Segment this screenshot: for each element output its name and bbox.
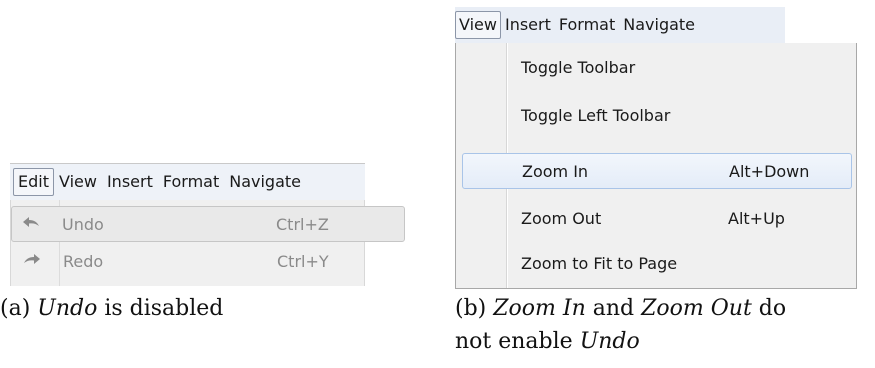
caption-a-prefix: (a) bbox=[0, 296, 38, 321]
menubar: Edit View Insert Format Navigate bbox=[10, 163, 365, 200]
menu-insert[interactable]: Insert bbox=[102, 168, 158, 196]
caption-b-line-2: not enable Undo bbox=[455, 325, 875, 358]
menu-navigate[interactable]: Navigate bbox=[224, 168, 306, 196]
caption-b-text-4: not enable bbox=[455, 329, 580, 354]
menu-item-label: Toggle Left Toolbar bbox=[521, 105, 671, 125]
view-menu-dropdown: Toggle Toolbar Toggle Left Toolbar Zoom … bbox=[455, 43, 857, 289]
menu-item-zoom-to-fit[interactable]: Zoom to Fit to Page bbox=[456, 246, 856, 280]
menu-item-shortcut: Ctrl+Z bbox=[276, 214, 329, 234]
panel-a-screenshot: Edit View Insert Format Navigate Undo Ct… bbox=[10, 163, 405, 286]
caption-a-suffix: is disabled bbox=[97, 296, 224, 321]
menu-item-label: Undo bbox=[62, 214, 104, 234]
menu-item-undo[interactable]: Undo Ctrl+Z bbox=[11, 206, 405, 242]
menu-item-label: Zoom In bbox=[522, 161, 589, 181]
caption-b-prefix: (b) bbox=[455, 296, 494, 321]
menu-item-shortcut: Alt+Down bbox=[729, 161, 810, 181]
menu-item-redo[interactable]: Redo Ctrl+Y bbox=[13, 244, 364, 278]
menu-item-shortcut: Ctrl+Y bbox=[277, 251, 329, 271]
redo-icon bbox=[13, 251, 51, 272]
caption-b-text-3: do bbox=[751, 296, 787, 321]
caption-b-em-2: Zoom Out bbox=[641, 296, 752, 321]
menu-insert[interactable]: Insert bbox=[501, 11, 555, 39]
caption-b-em-3: Undo bbox=[579, 329, 640, 354]
menu-item-toggle-toolbar[interactable]: Toggle Toolbar bbox=[456, 50, 856, 84]
menu-navigate[interactable]: Navigate bbox=[619, 11, 699, 39]
menu-edit[interactable]: Edit bbox=[13, 168, 54, 196]
menu-format[interactable]: Format bbox=[158, 168, 224, 196]
caption-b-em-1: Zoom In bbox=[493, 296, 586, 321]
menu-view[interactable]: View bbox=[455, 11, 501, 39]
menu-item-toggle-left-toolbar[interactable]: Toggle Left Toolbar bbox=[456, 98, 856, 132]
menu-item-zoom-out[interactable]: Zoom Out Alt+Up bbox=[456, 201, 856, 235]
menu-format[interactable]: Format bbox=[555, 11, 619, 39]
caption-a: (a) Undo is disabled bbox=[0, 292, 223, 325]
caption-a-em: Undo bbox=[37, 296, 98, 321]
menu-view[interactable]: View bbox=[54, 168, 102, 196]
undo-icon bbox=[12, 214, 50, 235]
menu-item-label: Toggle Toolbar bbox=[521, 57, 636, 77]
menu-item-shortcut: Alt+Up bbox=[728, 208, 785, 228]
caption-b: (b) Zoom In and Zoom Out do not enable U… bbox=[455, 292, 875, 358]
caption-b-text-2: and bbox=[585, 296, 642, 321]
menubar: View Insert Format Navigate bbox=[455, 7, 785, 43]
panel-b-screenshot: View Insert Format Navigate Toggle Toolb… bbox=[455, 7, 857, 289]
menu-item-label: Zoom to Fit to Page bbox=[521, 253, 678, 273]
menu-item-label: Zoom Out bbox=[521, 208, 602, 228]
caption-b-line-1: (b) Zoom In and Zoom Out do bbox=[455, 292, 875, 325]
edit-menu-dropdown: Undo Ctrl+Z Redo Ctrl+Y bbox=[10, 200, 405, 286]
menu-item-label: Redo bbox=[63, 251, 104, 271]
menu-item-zoom-in[interactable]: Zoom In Alt+Down bbox=[462, 153, 852, 189]
